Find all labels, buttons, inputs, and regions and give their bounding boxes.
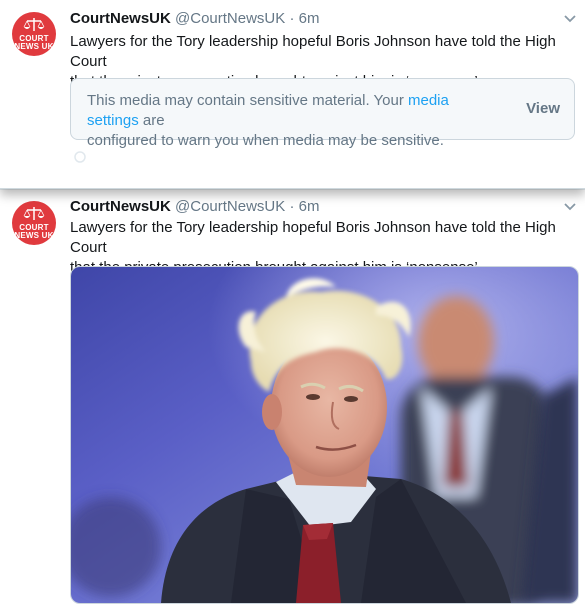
tweet-photo[interactable]: COURT NEWS UK CourtNewsUK @CourtNewsUK ·… [0,190,585,616]
tweet-header: CourtNewsUK @CourtNewsUK · 6m [70,198,319,215]
tweet-text-line: Lawyers for the Tory leadership hopeful … [70,33,556,70]
view-button[interactable]: View [526,100,560,117]
avatar-text-bottom: NEWS UK [14,231,54,240]
action-bar-faded [74,151,86,163]
sensitive-warning-text: This media may contain sensitive materia… [87,91,497,151]
chevron-down-icon[interactable] [563,202,577,212]
tweet-sensitive[interactable]: COURT NEWS UK CourtNewsUK @CourtNewsUK ·… [0,0,585,189]
tweet-text-line: Lawyers for the Tory leadership hopeful … [70,219,556,256]
avatar[interactable]: COURT NEWS UK [12,201,56,245]
avatar[interactable]: COURT NEWS UK [12,12,56,56]
timestamp[interactable]: 6m [299,198,320,215]
chevron-down-icon[interactable] [563,14,577,24]
separator: · [289,198,295,215]
timestamp[interactable]: 6m [299,10,320,27]
display-name[interactable]: CourtNewsUK [70,10,171,27]
handle[interactable]: @CourtNewsUK [175,10,285,27]
sensitive-media-warning: This media may contain sensitive materia… [70,78,575,149]
warning-text-part: This media may contain sensitive materia… [87,92,408,109]
photo-of-man-in-suit-icon [71,267,578,603]
avatar-text-bottom: NEWS UK [14,42,54,51]
separator: · [289,10,295,27]
warning-text-part: configured to warn you when media may be… [87,132,444,149]
display-name[interactable]: CourtNewsUK [70,198,171,215]
tweet-header: CourtNewsUK @CourtNewsUK · 6m [70,10,319,27]
warning-text-part: are [138,112,165,129]
tweet-photo-media[interactable] [70,266,579,604]
handle[interactable]: @CourtNewsUK [175,198,285,215]
